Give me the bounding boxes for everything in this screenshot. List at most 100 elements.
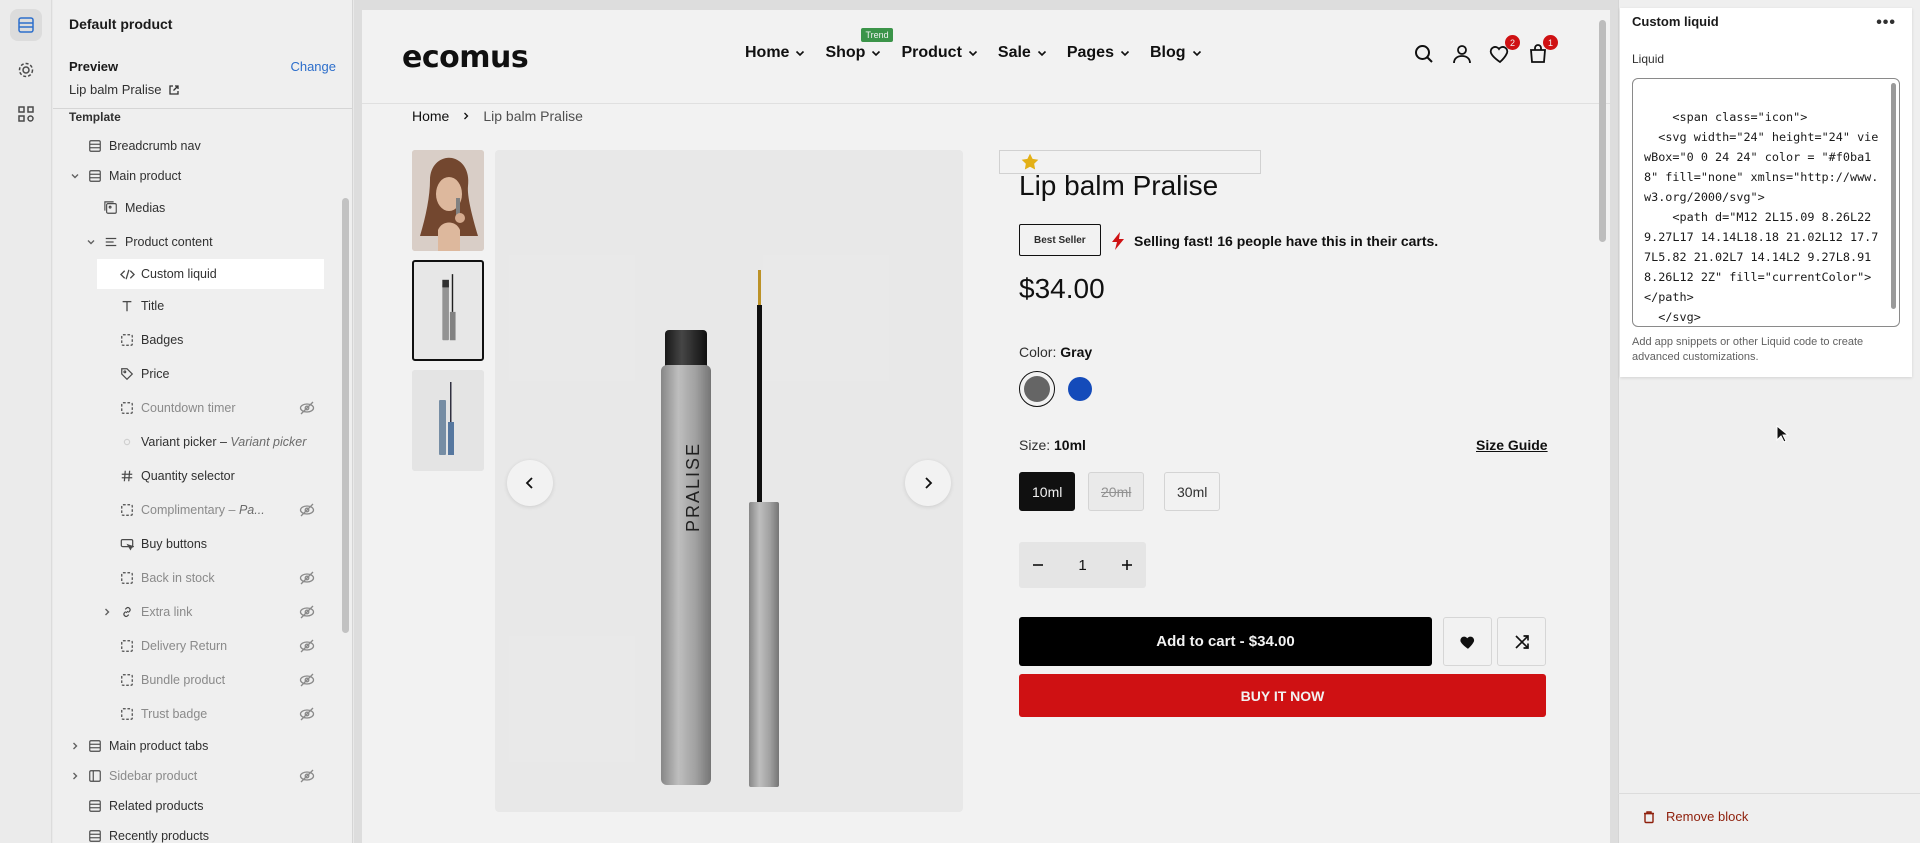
hidden-eye-icon[interactable] [299,604,315,620]
tree-item-main-product-tabs[interactable]: Main product tabs [53,731,343,761]
product-thumbnail-selected[interactable] [412,260,484,361]
section-icon [87,738,103,754]
tree-item-title[interactable]: Title [53,289,343,323]
nav-blog[interactable]: Blog [1150,44,1203,62]
color-swatch-blue[interactable] [1068,377,1092,401]
change-preview-link[interactable]: Change [290,59,336,74]
breadcrumb: Home Lip balm Pralise [412,108,583,124]
preview-product[interactable]: Lip balm Pralise [69,82,180,97]
product-price: $34.00 [1019,273,1105,304]
sidebar-layout-icon [87,768,103,784]
preview-label: Preview [69,59,119,74]
search-icon[interactable] [1412,42,1436,66]
tree-item-label: Title [141,299,165,313]
sidebar-scrollbar[interactable] [342,198,349,633]
plus-icon[interactable] [1120,558,1134,572]
account-icon[interactable] [1450,42,1474,66]
compare-button[interactable] [1497,617,1546,666]
tree-item-buy-buttons[interactable]: Buy buttons [53,527,343,561]
tree-item-back-in-stock[interactable]: Back in stock [53,561,343,595]
size-label: Size: 10ml [1019,437,1086,453]
size-option-10ml[interactable]: 10ml [1019,472,1076,511]
tree-item-bundle-product[interactable]: Bundle product [53,663,343,697]
tree-item-custom-liquid[interactable]: Custom liquid [97,259,324,289]
tree-item-product-content[interactable]: Product content [53,225,343,259]
apps-icon[interactable] [10,98,42,130]
heart-icon [1459,636,1474,649]
nav-product[interactable]: Product [901,44,978,62]
size-guide-link[interactable]: Size Guide [1476,437,1548,453]
code-scrollbar[interactable] [1891,83,1896,309]
chevron-right-icon[interactable] [69,740,81,752]
cart-icon[interactable]: 1 [1526,35,1558,66]
tree-item-label: Recently products [109,829,210,843]
buy-it-now-button[interactable]: BUY IT NOW [1019,674,1546,717]
chevron-down-icon[interactable] [85,236,97,248]
tree-item-recently-products[interactable]: Recently products [53,821,343,843]
hidden-eye-icon[interactable] [299,672,315,688]
tree-item-price[interactable]: Price [53,357,343,391]
tree-item-related-products[interactable]: Related products [53,791,343,821]
hidden-eye-icon[interactable] [299,768,315,784]
nav-shop[interactable]: Shop Trend [825,28,893,62]
section-icon [87,138,103,154]
add-to-wishlist-button[interactable] [1443,617,1492,666]
hidden-eye-icon[interactable] [299,706,315,722]
tree-item-label: Sidebar product [109,769,198,783]
nav-sale[interactable]: Sale [998,44,1048,62]
size-option-20ml[interactable]: 20ml [1088,472,1145,511]
size-option-30ml[interactable]: 30ml [1164,472,1221,511]
tree-item-label: Main product [109,169,182,183]
wishlist-icon[interactable]: 2 [1488,35,1520,66]
tree-item-sidebar-product[interactable]: Sidebar product [53,761,343,791]
minus-icon[interactable] [1031,558,1045,572]
breadcrumb-home[interactable]: Home [412,108,449,124]
hash-icon [119,468,135,484]
tree-item-main-product[interactable]: Main product [53,161,343,191]
nav-home[interactable]: Home [745,44,806,62]
previous-image-button[interactable] [507,460,553,506]
chevron-down-icon [1120,50,1130,57]
tree-item-quantity-selector[interactable]: Quantity selector [53,459,343,493]
more-options-icon[interactable]: ••• [1876,14,1896,32]
tree-item-breadcrumb-nav[interactable]: Breadcrumb nav [53,131,343,161]
liquid-code-editor[interactable]: <span class="icon"> <svg width="24" heig… [1632,78,1900,327]
external-link-icon[interactable] [168,84,180,96]
preview-scrollbar[interactable] [1599,20,1606,242]
quantity-stepper: 1 [1019,542,1146,588]
tree-item-badges[interactable]: Badges [53,323,343,357]
store-logo[interactable]: ecomus [402,40,529,75]
hidden-eye-icon[interactable] [299,638,315,654]
tree-item-medias[interactable]: Medias [53,191,343,225]
add-to-cart-button[interactable]: Add to cart - $34.00 [1019,617,1432,666]
block-icon [119,332,135,348]
product-thumbnail[interactable] [412,370,484,471]
nav-pages[interactable]: Pages [1067,44,1131,62]
panel-title: Custom liquid [1632,14,1719,29]
chevron-right-icon[interactable] [69,770,81,782]
remove-block-button[interactable]: Remove block [1642,809,1748,824]
tree-item-label: Bundle product [141,673,226,687]
tree-item-extra-link[interactable]: Extra link [53,595,343,629]
hidden-eye-icon[interactable] [299,570,315,586]
sections-icon[interactable] [10,9,42,41]
next-image-button[interactable] [905,460,951,506]
tree-item-delivery-return[interactable]: Delivery Return [53,629,343,663]
tube-brand-text: PRALISE [683,441,703,532]
tree-item-complimentary[interactable]: Complimentary – Pa... [53,493,343,527]
section-icon [87,168,103,184]
color-swatch-gray[interactable] [1019,371,1055,407]
best-seller-badge: Best Seller [1019,224,1101,256]
hidden-eye-icon[interactable] [299,502,315,518]
tree-item-variant-picker[interactable]: Variant picker – Variant picker [53,425,343,459]
quantity-value[interactable]: 1 [1078,557,1086,574]
chevron-down-icon[interactable] [69,170,81,182]
tree-item-countdown-timer[interactable]: Countdown timer [53,391,343,425]
chevron-right-icon[interactable] [101,606,113,618]
gear-icon[interactable] [10,54,42,86]
product-thumbnail[interactable] [412,150,484,251]
header-divider [362,103,1610,104]
tree-item-trust-badge[interactable]: Trust badge [53,697,343,731]
hidden-eye-icon[interactable] [299,400,315,416]
tree-item-label: Product content [125,235,213,249]
